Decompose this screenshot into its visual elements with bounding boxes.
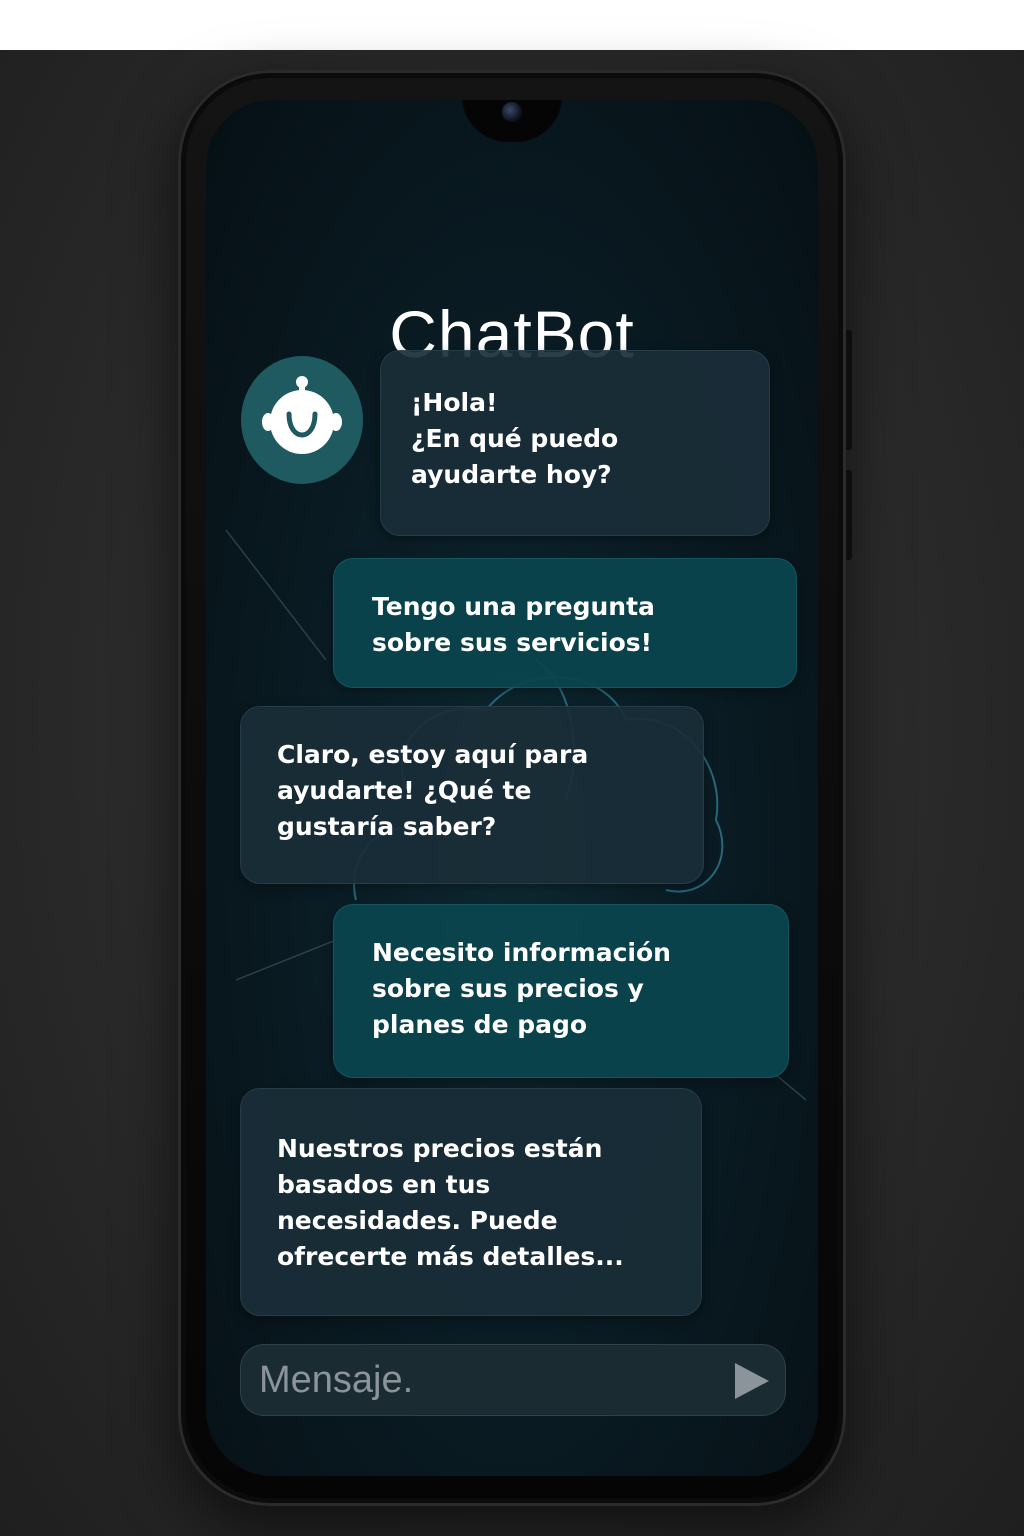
user-message-bubble: Necesito información sobre sus precios y… xyxy=(333,904,789,1078)
user-message-bubble: Tengo una pregunta sobre sus servicios! xyxy=(333,558,797,688)
send-icon xyxy=(735,1363,769,1399)
phone-frame: ChatBot ¡Hola! ¿En qué puedo ayudarte ho… xyxy=(178,70,852,1506)
bot-message-bubble: ¡Hola! ¿En qué puedo ayudarte hoy? xyxy=(380,350,770,536)
bot-message-bubble: Nuestros precios están basados en tus ne… xyxy=(240,1088,702,1316)
volume-button xyxy=(846,330,852,450)
message-composer xyxy=(240,1344,786,1416)
bot-message-bubble: Claro, estoy aquí para ayudarte! ¿Qué te… xyxy=(240,706,704,884)
front-camera xyxy=(502,102,522,122)
bot-avatar xyxy=(241,356,363,484)
power-button xyxy=(846,470,852,560)
chat-screen: ChatBot ¡Hola! ¿En qué puedo ayudarte ho… xyxy=(206,100,818,1476)
send-button[interactable] xyxy=(727,1357,775,1405)
robot-face-icon xyxy=(262,376,342,454)
message-input[interactable] xyxy=(259,1357,699,1403)
